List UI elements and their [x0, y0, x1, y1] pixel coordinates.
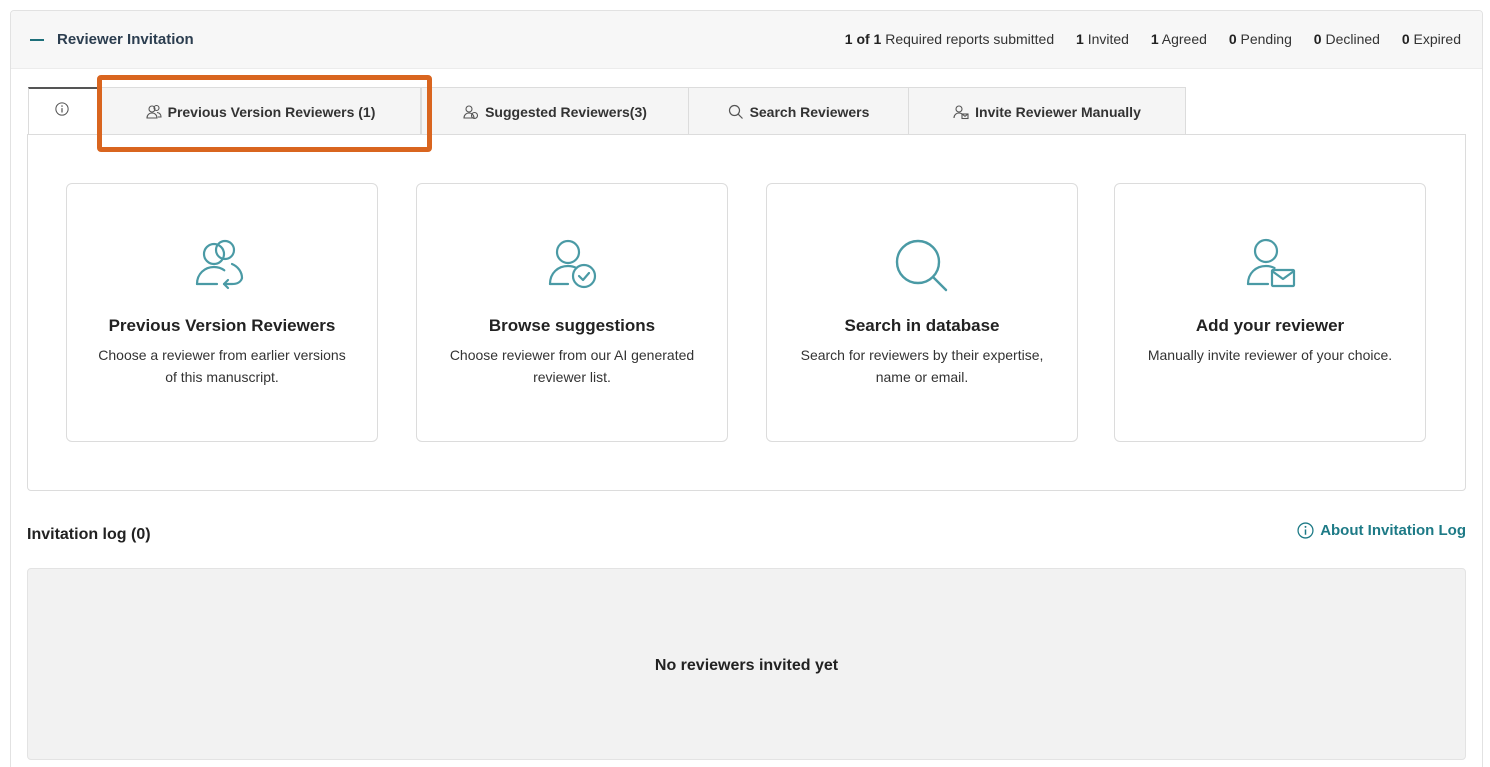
card-search-in-database[interactable]: Search in database Search for reviewers …	[766, 183, 1078, 442]
tab-info[interactable]	[28, 87, 100, 136]
card-title: Search in database	[844, 316, 1000, 335]
collapse-icon[interactable]	[30, 29, 46, 51]
tab-invite-reviewer-manually[interactable]: Invite Reviewer Manually	[908, 87, 1186, 135]
card-title: Browse suggestions	[488, 316, 656, 335]
card-description: Manually invite reviewer of your choice.	[1147, 347, 1393, 363]
stat-declined: 0 Declined	[1313, 31, 1380, 47]
card-title: Add your reviewer	[1195, 316, 1345, 335]
info-icon	[55, 101, 71, 118]
search-icon	[728, 104, 744, 120]
card-description: Search for reviewers by their expertise,…	[800, 347, 1044, 385]
tab-suggested-reviewers[interactable]: Suggested Reviewers(3)	[421, 87, 689, 135]
user-mail-icon	[953, 104, 969, 120]
card-description: Choose reviewer from our AI generated re…	[449, 347, 695, 385]
panel-header: Reviewer Invitation 1 of 1 Required repo…	[11, 11, 1482, 69]
users-icon	[463, 104, 479, 120]
panel-title: Reviewer Invitation	[57, 31, 194, 48]
stat-invited: 1 Invited	[1076, 31, 1129, 47]
invitation-log-box: No reviewers invited yet	[27, 568, 1466, 760]
card-browse-suggestions[interactable]: Browse suggestions Choose reviewer from …	[416, 183, 728, 442]
search-icon	[890, 234, 954, 298]
tab-previous-version-reviewers[interactable]: Previous Version Reviewers (1)	[100, 87, 421, 135]
users-return-icon	[190, 234, 254, 298]
empty-log-message: No reviewers invited yet	[654, 657, 839, 674]
user-check-icon	[540, 234, 604, 298]
invitation-log-title: Invitation log (0)	[27, 526, 151, 543]
card-title: Previous Version Reviewers	[108, 316, 336, 335]
stat-pending: 0 Pending	[1228, 31, 1292, 47]
stat-required: 1 of 1 Required reports submitted	[844, 31, 1055, 47]
users-icon	[146, 104, 162, 120]
user-mail-icon	[1238, 234, 1302, 298]
reviewer-stats: 1 of 1 Required reports submitted 1 Invi…	[845, 31, 1461, 47]
card-description: Choose a reviewer from earlier versions …	[98, 347, 346, 385]
card-add-your-reviewer[interactable]: Add your reviewer Manually invite review…	[1114, 183, 1426, 442]
about-invitation-log-link[interactable]: About Invitation Log	[1297, 522, 1466, 539]
info-icon	[1297, 522, 1314, 539]
card-previous-version-reviewers[interactable]: Previous Version Reviewers Choose a revi…	[66, 183, 378, 442]
stat-agreed: 1 Agreed	[1150, 31, 1207, 47]
stat-expired: 0 Expired	[1401, 31, 1461, 47]
tab-search-reviewers[interactable]: Search Reviewers	[688, 87, 909, 135]
